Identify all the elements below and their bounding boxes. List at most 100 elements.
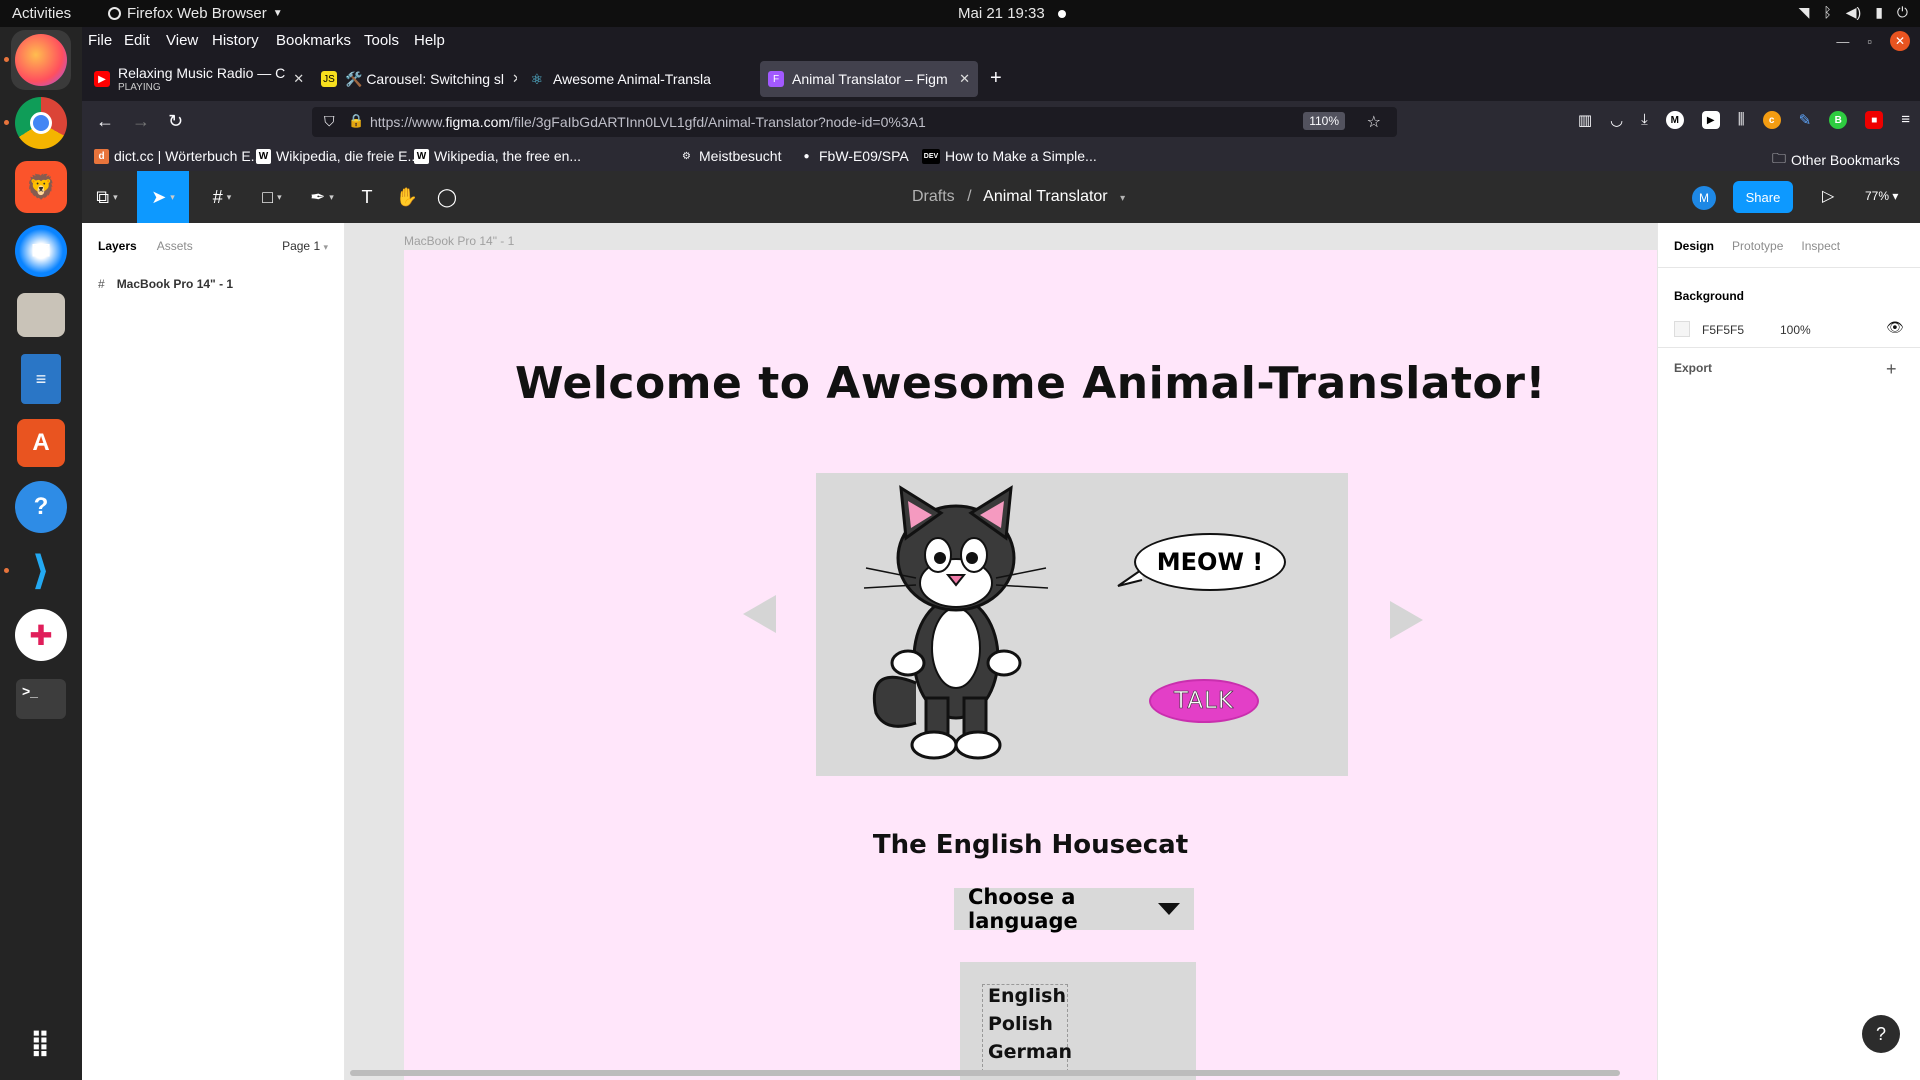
tracking-shield-icon[interactable]: ⛉ <box>324 113 335 130</box>
present-play-icon[interactable]: ▷ <box>1822 186 1834 206</box>
dock-chrome[interactable] <box>11 93 71 153</box>
tab-layers[interactable]: Layers <box>98 239 137 253</box>
close-tab-icon[interactable]: ✕ <box>512 71 517 87</box>
page-selector[interactable]: Page 1 ▾ <box>282 239 328 253</box>
tab-music-radio[interactable]: ▶ Relaxing Music Radio — C PLAYING ✕ <box>86 61 310 97</box>
dock-vscode[interactable]: ⟩ <box>11 541 71 601</box>
bookmark-github[interactable]: ● FbW-E09/SPA <box>799 148 908 164</box>
other-bookmarks[interactable]: 🗀 Other Bookmarks <box>1772 148 1900 172</box>
maximize-icon[interactable]: ▫ <box>1867 34 1872 49</box>
lock-icon[interactable]: 🔒 <box>348 113 364 129</box>
clock[interactable]: Mai 21 19:33 <box>958 5 1045 22</box>
forward-icon[interactable]: → <box>132 111 150 132</box>
bookmark-dictcc[interactable]: d dict.cc | Wörterbuch E... <box>94 148 262 164</box>
carousel-next-arrow[interactable] <box>1390 601 1423 639</box>
tab-carousel[interactable]: JS 🛠️ Carousel: Switching sl ✕ <box>313 61 517 97</box>
extension-play-icon[interactable]: ▶ <box>1701 111 1720 129</box>
bookmark-wikipedia-de[interactable]: W Wikipedia, die freie E... <box>256 148 419 164</box>
comment-tool-button[interactable]: ◯ <box>427 171 467 223</box>
design-frame[interactable]: Welcome to Awesome Animal-Translator! ME… <box>404 250 1657 1080</box>
extension-green-icon[interactable]: B <box>1829 111 1848 129</box>
tab-prototype[interactable]: Prototype <box>1732 239 1783 253</box>
url-bar[interactable]: ⛉ 🔒 https://www.figma.com/file/3gFaIbGdA… <box>312 107 1397 137</box>
reload-icon[interactable]: ↻ <box>168 111 183 132</box>
system-tray[interactable]: ◥ ᛒ ◀) ▮ ⏻ <box>1799 4 1908 21</box>
main-menu-button[interactable]: ⧉ ▾ <box>82 171 132 223</box>
breadcrumb-drafts[interactable]: Drafts <box>912 188 955 205</box>
dock-writer[interactable]: ≡ <box>11 349 71 409</box>
tab-figma[interactable]: F Animal Translator – Figm ✕ <box>760 61 978 97</box>
bookmark-meistbesucht[interactable]: ⚙ Meistbesucht <box>679 148 781 164</box>
close-tab-icon[interactable]: ✕ <box>959 71 970 87</box>
option-german[interactable]: German <box>988 1041 1072 1063</box>
frame-tool-button[interactable]: # ▾ <box>197 171 247 223</box>
extension-m-icon[interactable]: M <box>1665 111 1684 129</box>
shape-tool-button[interactable]: □ ▾ <box>247 171 297 223</box>
avatar[interactable]: M <box>1692 186 1716 210</box>
download-icon[interactable]: ⤓ <box>1641 111 1648 129</box>
pen-tool-button[interactable]: ✒ ▾ <box>297 171 347 223</box>
dock-help[interactable]: ? <box>11 477 71 537</box>
menu-view[interactable]: View <box>166 32 198 49</box>
pocket-icon[interactable]: ◡ <box>1610 111 1623 129</box>
talk-button[interactable]: TALK <box>1149 679 1259 723</box>
canvas[interactable]: MacBook Pro 14" - 1 Welcome to Awesome A… <box>345 223 1657 1080</box>
close-tab-icon[interactable]: ✕ <box>293 71 304 87</box>
minimize-icon[interactable]: — <box>1836 34 1849 49</box>
tab-animal-translator-app[interactable]: ⚛ Awesome Animal-Transla ✕ <box>521 61 720 97</box>
tab-inspect[interactable]: Inspect <box>1801 239 1840 253</box>
page-zoom-indicator[interactable]: 110% <box>1303 112 1345 130</box>
extension-orange-icon[interactable]: c <box>1762 111 1781 129</box>
dock-terminal[interactable]: >_ <box>11 669 71 729</box>
back-icon[interactable]: ← <box>96 111 114 132</box>
tab-design[interactable]: Design <box>1674 239 1714 253</box>
hand-tool-button[interactable]: ✋ <box>387 171 427 223</box>
dock-thunderbird[interactable]: ✉ <box>11 221 71 281</box>
dock-brave[interactable]: 🦁 <box>11 157 71 217</box>
horizontal-scrollbar[interactable] <box>350 1070 1620 1076</box>
move-tool-button[interactable]: ➤ ▾ <box>137 171 189 223</box>
option-polish[interactable]: Polish <box>988 1013 1053 1035</box>
close-tab-icon[interactable]: ✕ <box>719 71 720 87</box>
menu-history[interactable]: History <box>212 32 259 49</box>
extension-pen-icon[interactable]: ✎ <box>1799 111 1812 129</box>
menu-edit[interactable]: Edit <box>124 32 150 49</box>
bookmark-dev[interactable]: DEV How to Make a Simple... <box>922 148 1097 164</box>
zoom-menu[interactable]: 77% ▾ <box>1865 189 1898 203</box>
bookmark-wikipedia-en[interactable]: W Wikipedia, the free en... <box>414 148 581 164</box>
dock-app-grid[interactable]: ⣿ <box>11 1012 71 1072</box>
activities-button[interactable]: Activities <box>12 5 71 22</box>
language-dropdown[interactable]: Choose a language <box>954 885 1194 933</box>
carousel-prev-arrow[interactable] <box>743 595 776 633</box>
menu-file[interactable]: File <box>88 32 112 49</box>
menu-bookmarks[interactable]: Bookmarks <box>276 32 351 49</box>
help-button[interactable]: ? <box>1862 1015 1900 1053</box>
bookmark-star-icon[interactable]: ☆ <box>1367 112 1381 132</box>
file-name[interactable]: Animal Translator <box>983 188 1108 205</box>
menu-tools[interactable]: Tools <box>364 32 399 49</box>
background-hex-value[interactable]: F5F5F5 <box>1702 323 1744 337</box>
text-tool-button[interactable]: T <box>347 171 387 223</box>
new-tab-icon[interactable]: + <box>990 67 1002 90</box>
dock-slack[interactable]: ✚ <box>11 605 71 665</box>
tab-assets[interactable]: Assets <box>157 239 193 253</box>
frame-label[interactable]: MacBook Pro 14" - 1 <box>404 234 514 248</box>
dock-firefox[interactable] <box>11 30 71 90</box>
sidebar-icon[interactable]: ▥ <box>1578 111 1592 129</box>
file-breadcrumb[interactable]: Drafts / Animal Translator ▾ <box>912 188 1125 206</box>
menu-help[interactable]: Help <box>414 32 445 49</box>
option-english[interactable]: English <box>988 985 1066 1007</box>
visibility-eye-icon[interactable]: 👁 <box>1886 319 1904 336</box>
extension-record-icon[interactable]: ■ <box>1865 111 1884 129</box>
app-menu[interactable]: Firefox Web Browser ▼ <box>108 5 283 22</box>
library-icon[interactable]: ⫼ <box>1738 111 1745 129</box>
menu-hamburger-icon[interactable]: ≡ <box>1901 111 1910 129</box>
url-text[interactable]: https://www.figma.com/file/3gFaIbGdARTIn… <box>370 114 926 130</box>
layer-item-frame[interactable]: # MacBook Pro 14" - 1 <box>98 277 233 291</box>
close-window-icon[interactable]: ✕ <box>1890 31 1910 51</box>
dock-files[interactable] <box>11 285 71 345</box>
add-export-icon[interactable]: + <box>1886 359 1897 380</box>
share-button[interactable]: Share <box>1733 181 1793 213</box>
dock-app-center[interactable]: A <box>11 413 71 473</box>
background-opacity-value[interactable]: 100% <box>1780 323 1811 337</box>
